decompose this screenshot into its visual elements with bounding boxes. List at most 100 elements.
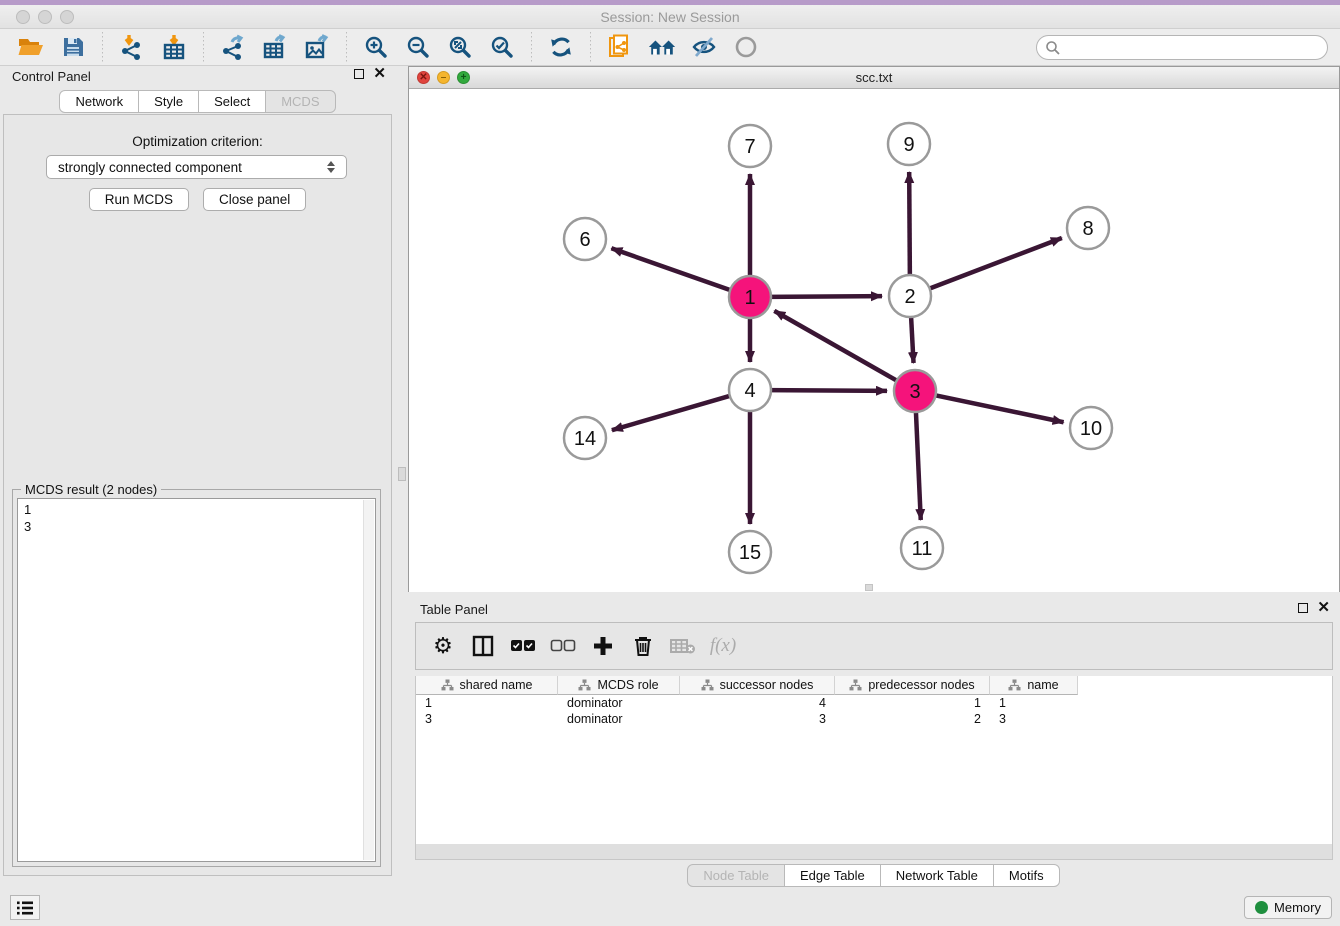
close-table-panel-icon[interactable]: ✕ (1317, 603, 1330, 613)
save-session-icon[interactable] (58, 32, 88, 62)
tab-select[interactable]: Select (198, 90, 266, 113)
graph-node-label-4: 4 (744, 380, 755, 402)
mcds-result-textarea[interactable]: 13 (17, 498, 376, 862)
tab-mcds[interactable]: MCDS (265, 90, 335, 113)
split-columns-icon[interactable] (468, 631, 498, 661)
table-cell[interactable]: 3 (416, 711, 558, 727)
tab-style[interactable]: Style (138, 90, 199, 113)
home-icon[interactable] (647, 32, 677, 62)
list-icon (16, 900, 34, 916)
graph-node-label-8: 8 (1082, 218, 1093, 240)
table-cell[interactable]: 1 (990, 695, 1078, 711)
tab-network[interactable]: Network (59, 90, 139, 113)
search-icon (1045, 40, 1061, 56)
table-panel: Table Panel ✕ ⚙ (408, 596, 1340, 888)
import-network-icon[interactable] (117, 32, 147, 62)
new-network-from-selection-icon[interactable] (605, 32, 635, 62)
table-cell[interactable]: 3 (990, 711, 1078, 727)
network-canvas[interactable]: 7968124314101511 (409, 89, 1339, 592)
table-body: 1dominator4113dominator323 (416, 695, 1332, 727)
criterion-value: strongly connected component (58, 160, 322, 175)
export-table-icon[interactable] (260, 32, 290, 62)
column-header-successor-nodes[interactable]: successor nodes (680, 676, 835, 695)
graph-edge-2-9[interactable] (909, 172, 910, 277)
table-panel-header: Table Panel ✕ (408, 596, 1340, 622)
settings-gear-icon[interactable]: ⚙ (428, 631, 458, 661)
table-row[interactable]: 1dominator411 (416, 695, 1332, 711)
graph-node-label-6: 6 (579, 229, 590, 251)
column-header-name[interactable]: name (990, 676, 1078, 695)
table-scroll-strip[interactable] (415, 844, 1333, 860)
tab-edge-table[interactable]: Edge Table (784, 864, 881, 887)
graph-node-label-1: 1 (744, 287, 755, 309)
divider-handle[interactable] (398, 467, 406, 481)
delete-table-icon[interactable] (668, 631, 698, 661)
apply-layout-icon[interactable] (546, 32, 576, 62)
delete-columns-icon[interactable] (628, 631, 658, 661)
table-cell[interactable]: 4 (680, 695, 835, 711)
table-panel-title: Table Panel (420, 602, 488, 617)
float-panel-icon[interactable] (354, 69, 364, 79)
deselect-all-rows-icon[interactable] (548, 631, 578, 661)
graph-edge-1-6[interactable] (611, 248, 732, 290)
search-input[interactable] (1036, 35, 1328, 60)
memory-label: Memory (1274, 900, 1321, 915)
graph-edge-4-14[interactable] (612, 395, 732, 430)
canvas-resize-handle[interactable] (865, 584, 873, 591)
float-table-panel-icon[interactable] (1298, 603, 1308, 613)
criterion-dropdown[interactable]: strongly connected component (46, 155, 347, 179)
toolbar-separator (531, 32, 532, 62)
graph-edge-1-2[interactable] (769, 296, 882, 297)
table-cell[interactable]: dominator (558, 695, 680, 711)
export-network-icon[interactable] (218, 32, 248, 62)
table-cell[interactable]: 2 (835, 711, 990, 727)
zoom-in-icon[interactable] (361, 32, 391, 62)
table-cell[interactable]: dominator (558, 711, 680, 727)
graph-edge-3-10[interactable] (934, 395, 1064, 422)
graph-edge-3-1[interactable] (774, 311, 898, 382)
graph-node-label-2: 2 (904, 286, 915, 308)
close-panel-button[interactable]: Close panel (203, 188, 306, 211)
graph-edge-3-11[interactable] (916, 410, 921, 520)
function-builder-icon[interactable]: f(x) (708, 631, 738, 661)
open-session-icon[interactable] (16, 32, 46, 62)
network-graph: 7968124314101511 (409, 89, 1339, 592)
column-header-predecessor-nodes[interactable]: predecessor nodes (835, 676, 990, 695)
import-table-icon[interactable] (159, 32, 189, 62)
tab-motifs[interactable]: Motifs (993, 864, 1060, 887)
control-panel-title: Control Panel (12, 69, 91, 84)
graph-node-label-10: 10 (1080, 418, 1102, 440)
zoom-out-icon[interactable] (403, 32, 433, 62)
hide-selected-icon[interactable] (689, 32, 719, 62)
result-line: 3 (24, 518, 369, 535)
graph-edge-2-3[interactable] (911, 315, 914, 363)
graph-edge-4-3[interactable] (769, 390, 887, 391)
table-cell[interactable]: 3 (680, 711, 835, 727)
table-cell[interactable]: 1 (835, 695, 990, 711)
close-panel-icon[interactable]: ✕ (373, 69, 386, 79)
tab-network-table[interactable]: Network Table (880, 864, 994, 887)
network-window-titlebar[interactable]: ✕ – + scc.txt (409, 67, 1339, 89)
export-image-icon[interactable] (302, 32, 332, 62)
panel-divider[interactable] (396, 62, 408, 888)
column-header-MCDS-role[interactable]: MCDS role (558, 676, 680, 695)
graph-edge-2-8[interactable] (928, 238, 1062, 289)
result-scrollbar[interactable] (363, 500, 374, 860)
table-row[interactable]: 3dominator323 (416, 711, 1332, 727)
show-all-icon[interactable] (731, 32, 761, 62)
select-all-rows-icon[interactable] (508, 631, 538, 661)
column-header-shared-name[interactable]: shared name (416, 676, 558, 695)
table-cell[interactable]: 1 (416, 695, 558, 711)
run-mcds-button[interactable]: Run MCDS (89, 188, 189, 211)
show-panels-button[interactable] (10, 895, 40, 920)
right-column: ✕ – + scc.txt 7968124314101511 Table Pan… (408, 62, 1340, 888)
node-table: shared nameMCDS rolesuccessor nodesprede… (415, 676, 1333, 844)
tab-node-table[interactable]: Node Table (687, 864, 785, 887)
zoom-fit-icon[interactable] (445, 32, 475, 62)
memory-button[interactable]: Memory (1244, 896, 1332, 919)
toolbar-separator (346, 32, 347, 62)
add-column-icon[interactable] (588, 631, 618, 661)
zoom-selected-icon[interactable] (487, 32, 517, 62)
graph-node-label-14: 14 (574, 428, 596, 450)
optimization-criterion-label: Optimization criterion: (4, 134, 391, 149)
